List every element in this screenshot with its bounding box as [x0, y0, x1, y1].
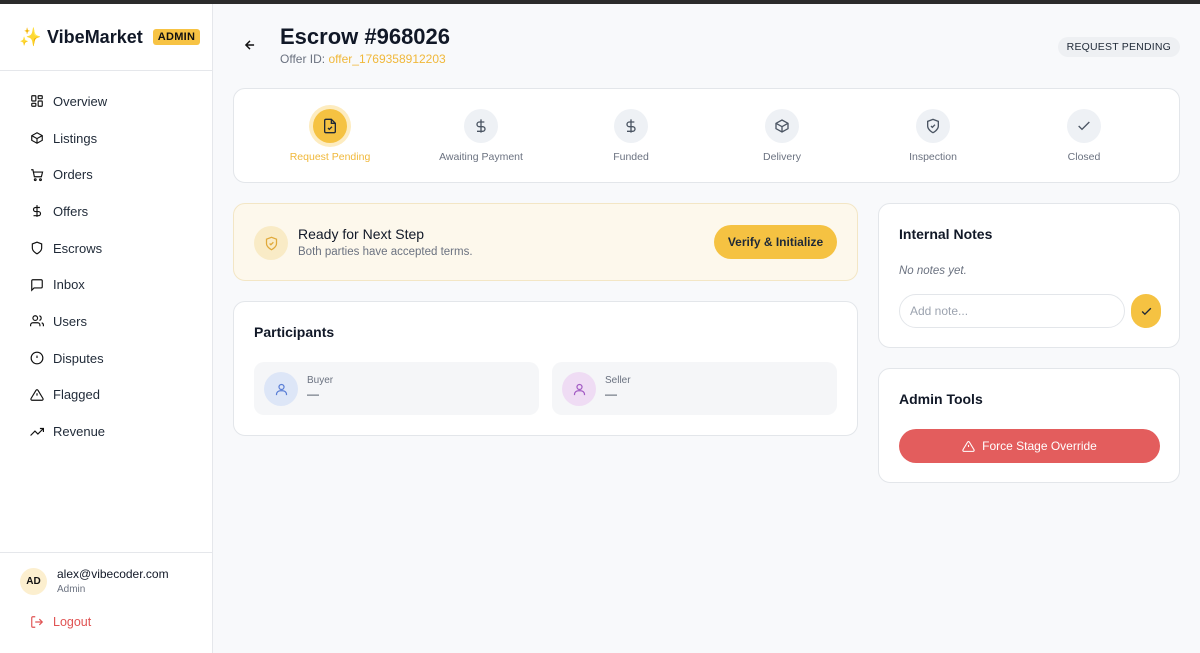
admin-tools-title: Admin Tools — [899, 391, 983, 407]
sidebar-item-label: Offers — [53, 203, 89, 219]
brand: ✨ VibeMarket ADMIN — [0, 4, 212, 71]
step-delivery: Delivery — [727, 109, 837, 163]
seller-card: Seller — — [552, 362, 837, 415]
user-icon — [264, 372, 298, 406]
step-label: Closed — [1067, 151, 1101, 163]
escrow-stepper: Request Pending Awaiting Payment Funded … — [233, 88, 1180, 183]
sidebar-item-label: Disputes — [53, 350, 104, 366]
seller-label: Seller — [605, 375, 631, 386]
user-email: alex@vibecoder.com — [57, 567, 169, 581]
sidebar-item-label: Orders — [53, 167, 93, 183]
user-role: Admin — [57, 584, 86, 595]
notes-empty-text: No notes yet. — [899, 265, 967, 277]
ready-title: Ready for Next Step — [298, 226, 425, 242]
sidebar-item-users[interactable]: Users — [0, 303, 212, 340]
status-badge: REQUEST PENDING — [1057, 37, 1180, 57]
sidebar-item-disputes[interactable]: Disputes — [0, 340, 212, 377]
verify-initialize-button[interactable]: Verify & Initialize — [714, 225, 837, 259]
notes-title: Internal Notes — [899, 226, 993, 242]
sidebar-item-flagged[interactable]: Flagged — [0, 377, 212, 414]
participants-title: Participants — [254, 324, 335, 340]
sidebar-item-label: Escrows — [53, 240, 103, 256]
sidebar-item-offers[interactable]: Offers — [0, 193, 212, 230]
sidebar-item-label: Inbox — [53, 277, 85, 293]
page-title: Escrow #968026 — [280, 24, 451, 49]
buyer-card: Buyer — — [254, 362, 539, 415]
step-request-pending: Request Pending — [275, 109, 385, 163]
sidebar: ✨ VibeMarket ADMIN Overview Listings Ord… — [0, 4, 213, 653]
sidebar-item-label: Flagged — [53, 387, 100, 403]
user-block: AD alex@vibecoder.com Admin Logout — [0, 552, 212, 629]
step-label: Inspection — [909, 151, 957, 163]
avatar: AD — [20, 567, 47, 595]
logout-icon — [31, 616, 44, 628]
dollar-icon — [464, 109, 498, 143]
ready-next-step-card: Ready for Next Step Both parties have ac… — [233, 203, 858, 281]
user-row: AD alex@vibecoder.com Admin — [20, 567, 212, 595]
seller-value: — — [605, 387, 617, 401]
sidebar-item-escrows[interactable]: Escrows — [0, 230, 212, 267]
sidebar-item-revenue[interactable]: Revenue — [0, 413, 212, 450]
sidebar-item-orders[interactable]: Orders — [0, 156, 212, 193]
sidebar-item-label: Overview — [53, 93, 108, 109]
offer-id-label: Offer ID: — [280, 52, 326, 66]
brand-name[interactable]: VibeMarket — [47, 27, 143, 48]
sidebar-nav: Overview Listings Orders Offers Escrows … — [0, 71, 212, 450]
sparkle-icon: ✨ — [19, 26, 42, 47]
step-label: Awaiting Payment — [439, 151, 523, 163]
cart-icon — [30, 168, 44, 182]
alert-circle-icon — [30, 351, 44, 365]
sidebar-item-listings[interactable]: Listings — [0, 120, 212, 157]
force-stage-override-button[interactable]: Force Stage Override — [899, 429, 1160, 463]
dollar-icon — [614, 109, 648, 143]
grid-icon — [30, 94, 44, 108]
internal-notes-card: Internal Notes No notes yet. — [878, 203, 1180, 348]
check-icon — [1141, 307, 1151, 315]
dollar-icon — [30, 204, 44, 218]
step-inspection: Inspection — [878, 109, 988, 163]
back-arrow-icon[interactable] — [243, 38, 257, 52]
step-label: Funded — [613, 151, 649, 163]
user-meta: alex@vibecoder.com Admin — [57, 567, 169, 595]
sidebar-item-label: Listings — [53, 130, 98, 146]
offer-id-line: Offer ID: offer_1769358912203 — [280, 52, 446, 66]
shield-check-icon — [916, 109, 950, 143]
sidebar-item-label: Users — [53, 313, 87, 329]
user-icon — [562, 372, 596, 406]
file-check-icon — [313, 109, 347, 143]
check-icon — [1067, 109, 1101, 143]
sidebar-item-overview[interactable]: Overview — [0, 83, 212, 120]
step-label: Delivery — [763, 151, 801, 163]
admin-badge: ADMIN — [152, 29, 201, 45]
message-icon — [30, 278, 44, 292]
offer-id-value[interactable]: offer_1769358912203 — [328, 52, 445, 66]
step-label: Request Pending — [289, 151, 371, 163]
buyer-value: — — [307, 387, 319, 401]
force-stage-label: Force Stage Override — [982, 439, 1097, 453]
admin-tools-card: Admin Tools Force Stage Override — [878, 368, 1180, 483]
trending-up-icon — [30, 425, 44, 439]
sidebar-item-label: Revenue — [53, 424, 106, 440]
add-note-button[interactable] — [1131, 294, 1161, 328]
box-icon — [765, 109, 799, 143]
add-note-input[interactable] — [899, 294, 1125, 328]
logout-label: Logout — [53, 615, 92, 629]
ready-subtitle: Both parties have accepted terms. — [298, 246, 473, 258]
step-closed: Closed — [1029, 109, 1139, 163]
box-icon — [30, 131, 44, 145]
shield-check-icon — [254, 226, 288, 260]
participants-card: Participants Buyer — Seller — — [233, 301, 858, 436]
step-funded: Funded — [576, 109, 686, 163]
warning-triangle-icon — [30, 388, 44, 402]
sidebar-item-inbox[interactable]: Inbox — [0, 266, 212, 303]
warning-triangle-icon — [962, 440, 975, 452]
shield-icon — [30, 241, 44, 255]
step-awaiting-payment: Awaiting Payment — [426, 109, 536, 163]
buyer-label: Buyer — [307, 375, 334, 386]
users-icon — [30, 314, 44, 328]
logout-button[interactable]: Logout — [20, 615, 212, 629]
